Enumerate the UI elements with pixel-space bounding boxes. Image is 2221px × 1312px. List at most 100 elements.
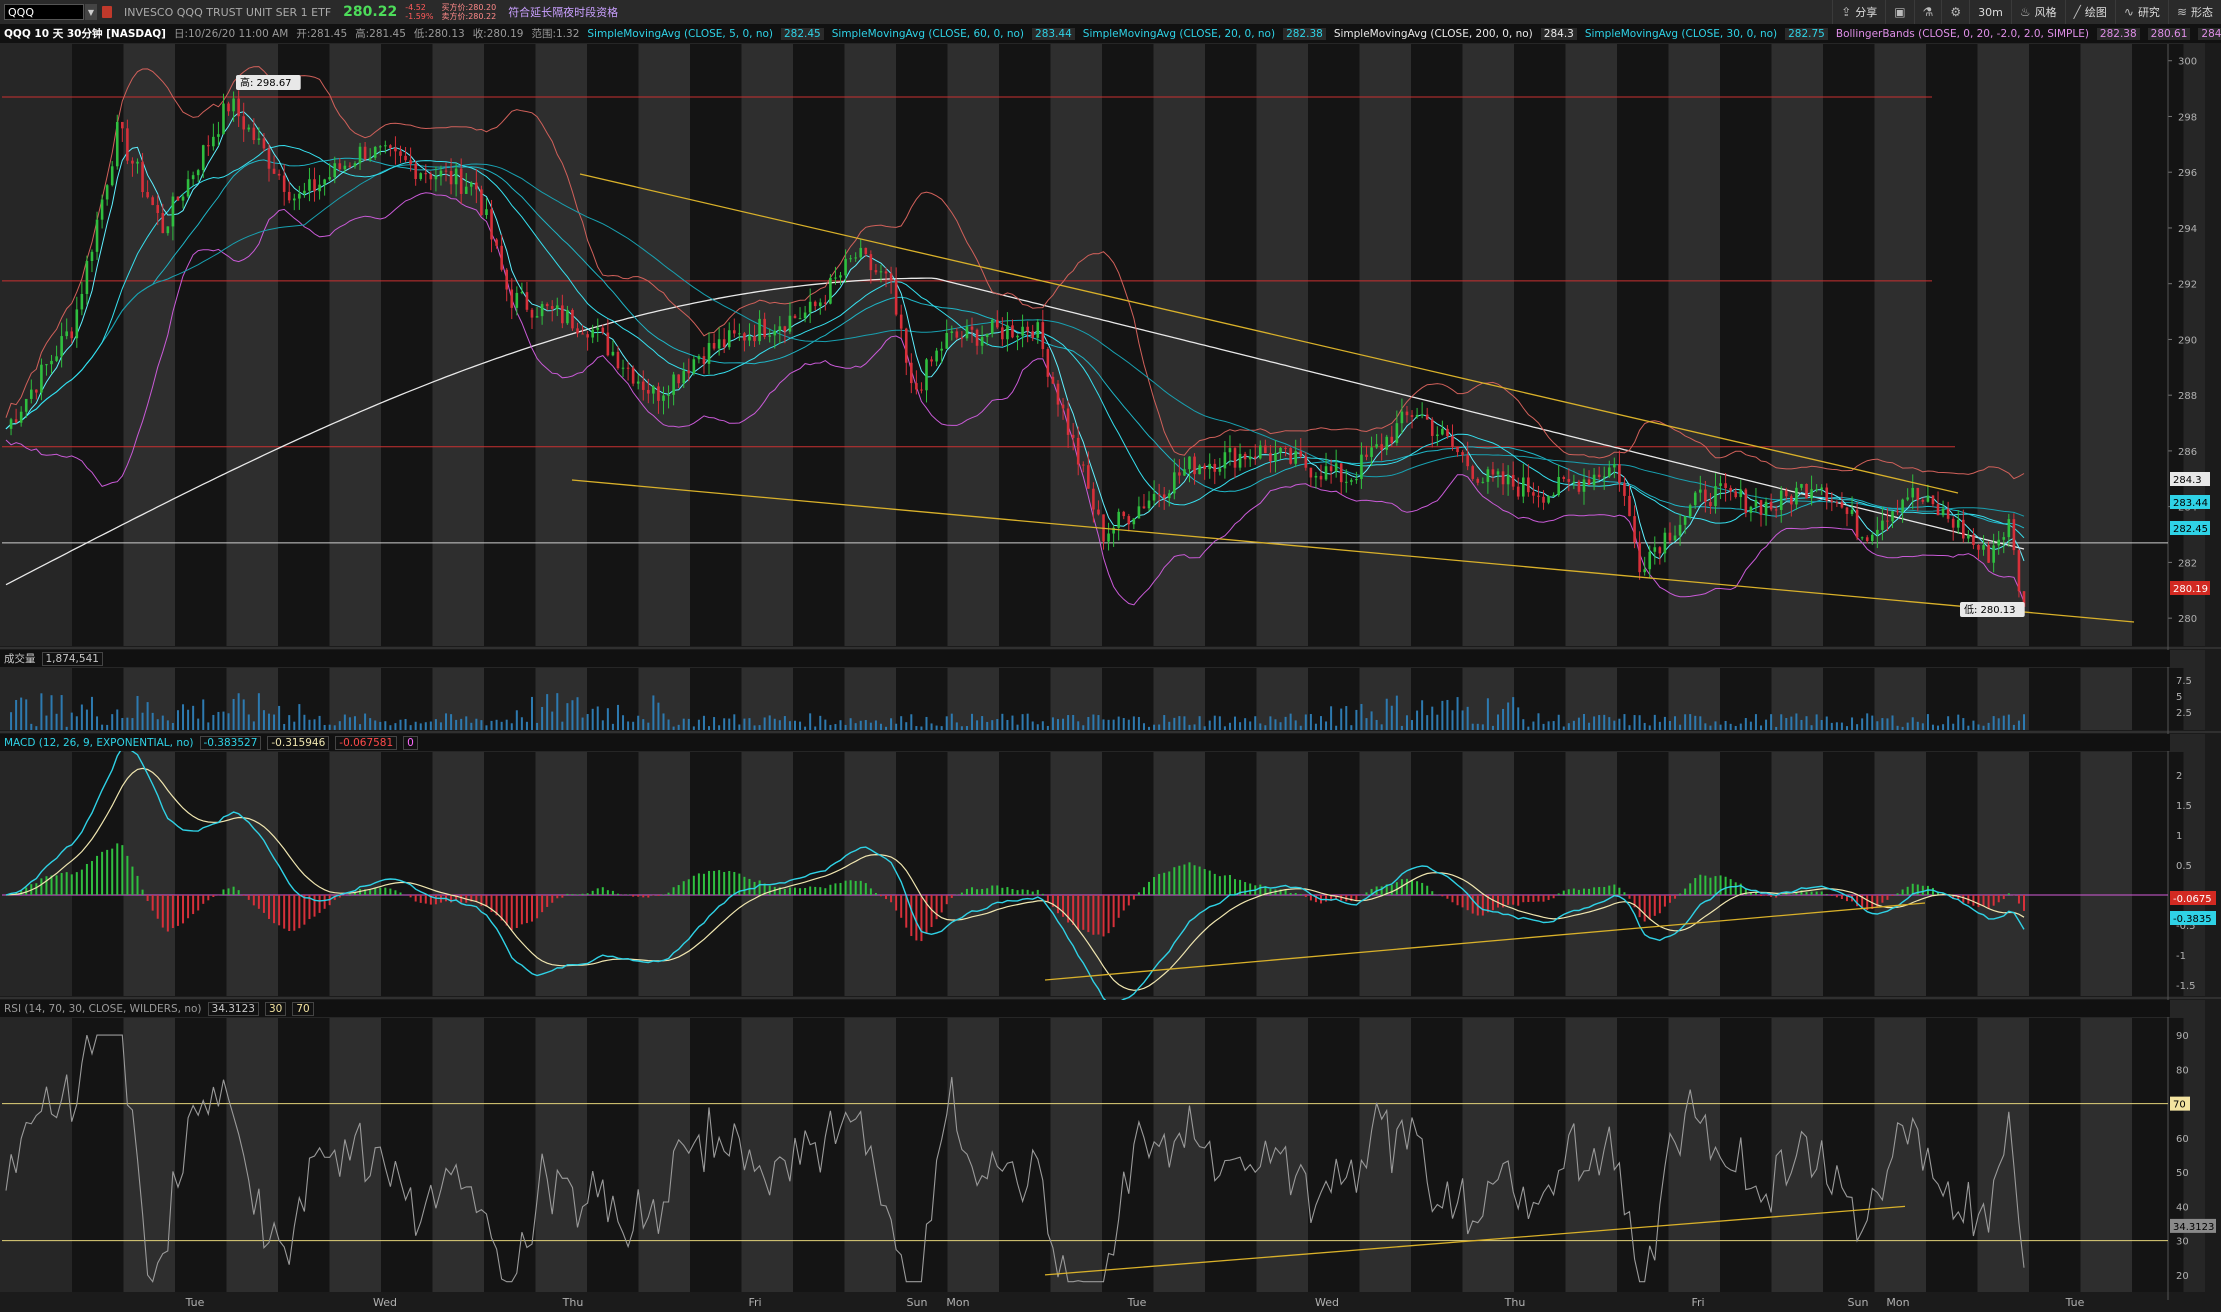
study-sma200[interactable]: SimpleMovingAvg (CLOSE, 200, 0, no) bbox=[1334, 28, 1533, 40]
volume-bar bbox=[394, 723, 397, 730]
candle-body bbox=[186, 179, 190, 197]
volume-bar bbox=[839, 720, 842, 730]
volume-bar bbox=[713, 717, 716, 730]
price-tick-label: 286 bbox=[2178, 447, 2197, 458]
volume-bar bbox=[293, 721, 296, 730]
macd-histogram-bar bbox=[439, 895, 442, 903]
macd-histogram-bar bbox=[15, 892, 18, 895]
candle-body bbox=[212, 136, 215, 147]
macd-histogram-bar bbox=[834, 883, 837, 895]
macd-panel-header: MACD (12, 26, 9, EXPONENTIAL, no) -0.383… bbox=[0, 734, 2170, 751]
session-shade bbox=[1823, 1018, 1875, 1292]
study-sma30[interactable]: SimpleMovingAvg (CLOSE, 30, 0, no) bbox=[1585, 28, 1777, 40]
candle-body bbox=[1112, 527, 1115, 534]
symbol-dropdown-icon[interactable]: ▼ bbox=[85, 4, 97, 20]
macd-zero: 0 bbox=[403, 735, 418, 750]
candle-body bbox=[1835, 501, 1839, 503]
candle-body bbox=[287, 191, 291, 201]
macd-histogram-bar bbox=[702, 873, 705, 895]
macd-histogram-bar bbox=[1840, 895, 1843, 900]
volume-label[interactable]: 成交量 bbox=[4, 651, 36, 666]
style-button[interactable]: ♨ 风格 bbox=[2010, 0, 2065, 24]
drawing-button[interactable]: ╱ 绘图 bbox=[2064, 0, 2115, 24]
study-sma20[interactable]: SimpleMovingAvg (CLOSE, 20, 0, no) bbox=[1083, 28, 1275, 40]
volume-bar bbox=[702, 715, 705, 730]
session-shade bbox=[381, 44, 433, 646]
volume-bar bbox=[819, 715, 822, 730]
candle-body bbox=[1628, 495, 1631, 517]
volume-bar bbox=[763, 717, 766, 730]
session-shade bbox=[1874, 44, 1926, 646]
macd-histogram-bar bbox=[1567, 889, 1570, 895]
macd-histogram-bar bbox=[1992, 895, 1995, 906]
candle-body bbox=[257, 138, 261, 141]
volume-bar bbox=[136, 695, 139, 730]
session-shade bbox=[535, 44, 587, 646]
pattern-button[interactable]: ≋ 形态 bbox=[2167, 0, 2221, 24]
candle-body bbox=[19, 411, 23, 423]
macd-histogram-bar bbox=[1051, 895, 1054, 907]
rsi-label[interactable]: RSI (14, 70, 30, CLOSE, WILDERS, no) bbox=[4, 1003, 202, 1015]
volume-bar bbox=[1001, 713, 1004, 730]
macd-histogram-bar bbox=[192, 895, 195, 915]
volume-bar bbox=[879, 723, 882, 730]
volume-bar bbox=[1491, 725, 1494, 730]
candle-body bbox=[1238, 453, 1242, 468]
volume-bar bbox=[890, 718, 893, 730]
candle-body bbox=[1486, 469, 1490, 482]
session-shade bbox=[844, 668, 896, 730]
volume-bar bbox=[1314, 723, 1317, 730]
volume-bar bbox=[222, 711, 225, 730]
candle-body bbox=[1087, 465, 1090, 489]
candle-body bbox=[500, 245, 503, 270]
share-button[interactable]: ⇪ 分享 bbox=[1832, 0, 1885, 24]
macd-tick-label: -1 bbox=[2176, 951, 2186, 962]
settings-button[interactable]: ⚙ bbox=[1941, 0, 1969, 24]
extended-hours-badge[interactable]: 符合延长隔夜时段资格 bbox=[508, 4, 618, 20]
macd-histogram-bar bbox=[202, 895, 205, 904]
macd-histogram-bar bbox=[981, 888, 984, 895]
study-sma5[interactable]: SimpleMovingAvg (CLOSE, 5, 0, no) bbox=[587, 28, 773, 40]
macd-histogram-bar bbox=[60, 873, 63, 895]
session-shade bbox=[1720, 668, 1772, 730]
volume-bar bbox=[525, 721, 528, 730]
volume-bar bbox=[2007, 714, 2010, 730]
candle-body bbox=[1117, 511, 1120, 528]
volume-bar bbox=[1886, 718, 1889, 730]
volume-bar bbox=[1011, 715, 1014, 730]
session-shade bbox=[1617, 668, 1669, 730]
drawing-label: 绘图 bbox=[2084, 6, 2107, 19]
studies-button[interactable]: ∿ 研究 bbox=[2114, 0, 2168, 24]
macd-histogram-bar bbox=[718, 870, 721, 895]
macd-histogram-bar bbox=[657, 895, 660, 896]
flask-button[interactable]: ⚗ bbox=[1913, 0, 1942, 24]
candle-body bbox=[1699, 489, 1702, 493]
symbol-input[interactable] bbox=[4, 4, 84, 20]
bar-low: 低:280.13 bbox=[413, 28, 465, 40]
timeframe-button[interactable]: 30m bbox=[1969, 0, 2011, 24]
layout-button[interactable]: ▣ bbox=[1885, 0, 1913, 24]
macd-label[interactable]: MACD (12, 26, 9, EXPONENTIAL, no) bbox=[4, 737, 194, 749]
macd-histogram-bar bbox=[1997, 895, 2000, 903]
session-shade bbox=[1205, 1018, 1257, 1292]
timeframe-label: 30m bbox=[1978, 5, 2003, 19]
study-sma60[interactable]: SimpleMovingAvg (CLOSE, 60, 0, no) bbox=[832, 28, 1024, 40]
volume-bar bbox=[2017, 720, 2020, 730]
macd-histogram-bar bbox=[1957, 895, 1960, 900]
flag-icon[interactable] bbox=[102, 6, 112, 18]
volume-bar bbox=[1749, 721, 1752, 730]
volume-bar bbox=[90, 696, 93, 730]
session-shade bbox=[1514, 752, 1566, 996]
volume-bar bbox=[460, 718, 463, 730]
macd-line bbox=[5, 746, 2025, 1006]
volume-bar bbox=[60, 695, 63, 730]
macd-histogram-bar bbox=[869, 888, 872, 895]
candle-body bbox=[1228, 448, 1232, 453]
volume-bar bbox=[1148, 726, 1151, 730]
macd-histogram-bar bbox=[1426, 885, 1429, 895]
study-bollinger[interactable]: BollingerBands (CLOSE, 0, 20, -2.0, 2.0,… bbox=[1836, 28, 2089, 40]
volume-bar bbox=[424, 722, 427, 730]
rsi-os: 70 bbox=[292, 1001, 314, 1016]
volume-bar bbox=[940, 726, 943, 730]
candle-body bbox=[1420, 414, 1424, 416]
